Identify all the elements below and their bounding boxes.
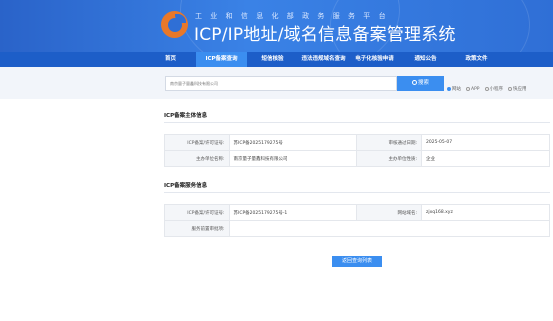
- search-button[interactable]: 搜索: [397, 76, 444, 91]
- search-type-group: 网站 APP 小程序 快应用: [447, 86, 527, 92]
- service-section-title: ICP备案服务信息: [164, 183, 208, 189]
- radio-dot-icon: [447, 87, 451, 91]
- nav-item-home[interactable]: 首页: [145, 52, 196, 67]
- field-label: ICP备案/许可证号:: [164, 134, 230, 151]
- table-row: ICP备案/许可证号: 苏ICP备2025179275号 审核通过日期: 202…: [164, 134, 551, 151]
- section-divider: [164, 122, 550, 123]
- search-input[interactable]: [165, 76, 397, 91]
- table-row: 服务前置审批项:: [164, 220, 550, 237]
- header-banner: 工业和信息化部政务服务平台 ICP/IP地址/域名信息备案管理系统: [0, 0, 553, 52]
- search-button-label: 搜索: [417, 80, 429, 86]
- table-row: ICP备案/许可证号: 苏ICP备2025179275号-1 网站域名: zjx…: [164, 204, 551, 221]
- radio-label: 网站: [452, 87, 461, 92]
- nav-item-notices[interactable]: 通知公告: [400, 52, 451, 67]
- nav-bar-spacer: [0, 52, 145, 67]
- radio-dot-icon: [508, 87, 513, 91]
- radio-dot-icon: [466, 87, 470, 91]
- page-title: ICP/IP地址/域名信息备案管理系统: [194, 25, 456, 45]
- field-label: 服务前置审批项:: [164, 220, 230, 237]
- section-divider: [164, 192, 550, 193]
- back-to-list-button[interactable]: 返回查询列表: [332, 256, 382, 267]
- search-icon: [411, 80, 417, 85]
- field-value: 南京量子量鑫科技有限公司: [228, 150, 358, 167]
- radio-app[interactable]: APP: [466, 86, 480, 92]
- radio-website[interactable]: 网站: [447, 86, 461, 92]
- nav-item-sms-verify[interactable]: 短信核验: [247, 52, 298, 67]
- nav-item-e-verify[interactable]: 电子化核验申请: [349, 52, 400, 67]
- radio-label: APP: [471, 86, 480, 92]
- field-label: 审核通过日期:: [356, 134, 422, 151]
- nav-item-policies[interactable]: 政策文件: [451, 52, 502, 67]
- radio-label: 小程序: [489, 87, 504, 92]
- field-value: 苏ICP备2025179275号: [228, 134, 358, 151]
- field-value: [228, 220, 550, 237]
- nav-item-illegal-domain[interactable]: 违法违规域名查询: [298, 52, 349, 67]
- field-label: ICP备案/许可证号:: [164, 204, 230, 221]
- radio-mini-program[interactable]: 小程序: [484, 86, 504, 92]
- service-info-table: ICP备案/许可证号: 苏ICP备2025179275号-1 网站域名: zjx…: [164, 204, 551, 237]
- miit-logo-icon: [161, 11, 188, 38]
- field-label: 网站域名:: [356, 204, 422, 221]
- table-row: 主办单位名称: 南京量子量鑫科技有限公司 主办单位性质: 企业: [164, 150, 551, 167]
- radio-dot-icon: [484, 87, 489, 91]
- radio-quick-app[interactable]: 快应用: [508, 86, 527, 92]
- field-label: 主办单位性质:: [356, 150, 422, 167]
- field-label: 主办单位名称:: [164, 150, 230, 167]
- field-value: 苏ICP备2025179275号-1: [228, 204, 358, 221]
- nav-item-icp-query[interactable]: ICP备案查询: [196, 52, 247, 67]
- main-nav: 首页 ICP备案查询 短信核验 违法违规域名查询 电子化核验申请 通知公告 政策…: [145, 52, 553, 67]
- subject-section-title: ICP备案主体信息: [164, 113, 208, 119]
- field-value: 2025-05-07: [420, 134, 551, 151]
- field-value: zjxq168.xyz: [420, 204, 551, 221]
- field-value: 企业: [420, 150, 551, 167]
- radio-label: 快应用: [513, 87, 527, 92]
- subject-info-table: ICP备案/许可证号: 苏ICP备2025179275号 审核通过日期: 202…: [164, 134, 551, 167]
